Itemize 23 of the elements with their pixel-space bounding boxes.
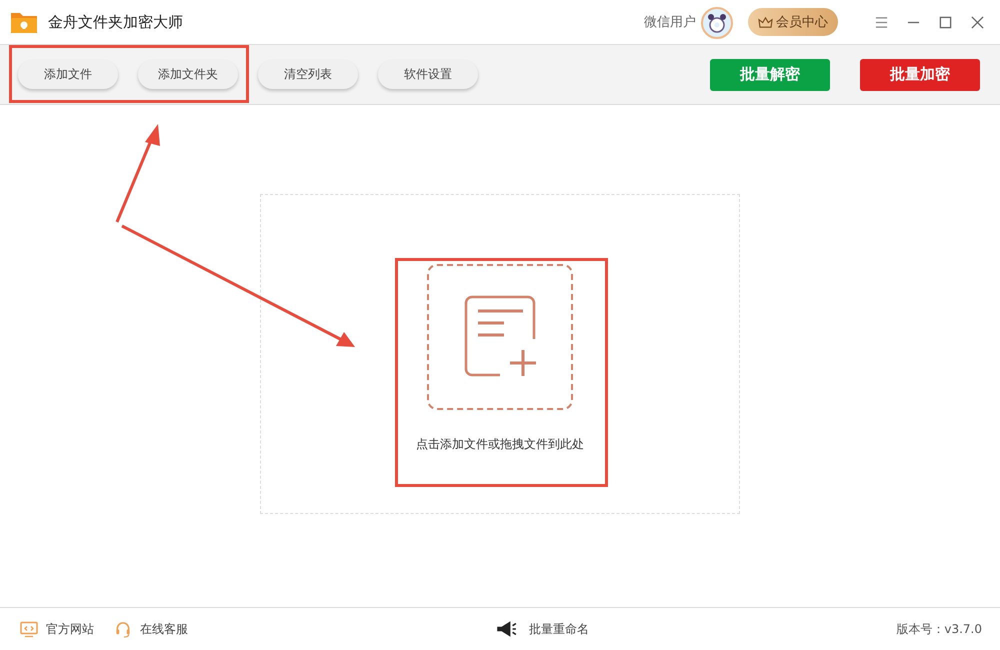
menu-icon[interactable] — [875, 16, 888, 28]
drop-hint: 点击添加文件或拖拽文件到此处 — [416, 436, 584, 453]
user-name: 微信用户 — [644, 14, 696, 31]
avatar-icon — [700, 5, 734, 39]
toolbar-button[interactable]: 清空列表 — [258, 60, 358, 89]
toolbar-button[interactable]: 软件设置 — [378, 60, 478, 89]
headset-icon — [114, 620, 132, 638]
megaphone-icon — [495, 619, 518, 639]
member-center-button[interactable]: 会员中心 — [748, 8, 838, 36]
toolbar-button[interactable]: 添加文件 — [18, 60, 118, 89]
close-icon[interactable] — [971, 16, 984, 28]
add-file-icon — [464, 295, 536, 379]
batch-rename-link[interactable]: 批量重命名 — [495, 619, 590, 639]
batch-encrypt-button[interactable]: 批量加密 — [860, 58, 980, 90]
crown-icon — [758, 16, 773, 28]
window-title: 金舟文件夹加密大师 — [48, 12, 183, 32]
monitor-icon — [20, 620, 38, 638]
maximize-icon[interactable] — [939, 16, 952, 28]
version-label: 版本号：v3.7.0 — [896, 620, 982, 638]
toolbar-button[interactable]: 添加文件夹 — [138, 60, 238, 89]
website-link[interactable]: 官方网站 — [20, 620, 94, 638]
support-link[interactable]: 在线客服 — [114, 620, 188, 638]
drop-area[interactable]: 点击添加文件或拖拽文件到此处 — [260, 194, 740, 514]
